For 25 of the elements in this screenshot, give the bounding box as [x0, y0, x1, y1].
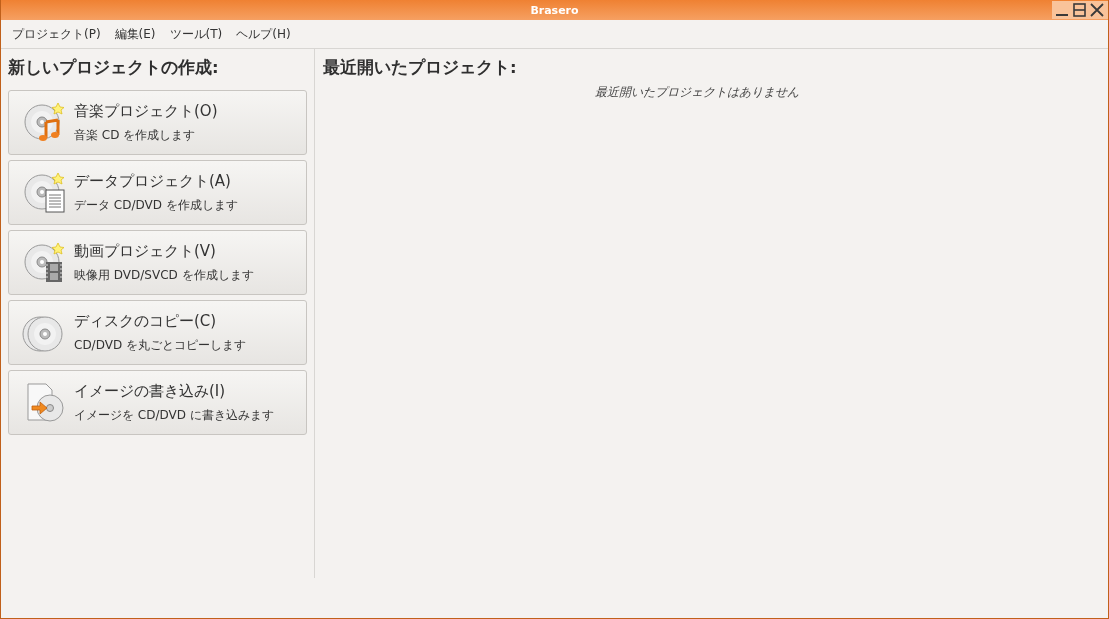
- project-title: イメージの書き込み(I): [74, 381, 227, 401]
- menu-item[interactable]: プロジェクト(P): [5, 25, 108, 43]
- menu-item[interactable]: 編集(E): [107, 25, 163, 43]
- section-heading: 新しいプロジェクトの作成:: [8, 57, 220, 79]
- maximize-icon[interactable]: [1073, 3, 1086, 17]
- project-description: CD/DVD を丸ごとコピーします: [74, 336, 246, 354]
- menu-item[interactable]: ヘルプ(H): [229, 25, 298, 43]
- menu-item[interactable]: ツール(T): [162, 25, 230, 43]
- project-button[interactable]: 動画プロジェクト(V) 映像用 DVD/SVCD を作成します: [8, 230, 307, 295]
- project-description: 映像用 DVD/SVCD を作成します: [74, 266, 254, 284]
- project-title: 音楽プロジェクト(O): [74, 101, 218, 121]
- empty-message: 最近開いたプロジェクトはありません: [593, 84, 800, 101]
- project-button[interactable]: ディスクのコピー(C) CD/DVD を丸ごとコピーします: [8, 300, 307, 365]
- project-button[interactable]: 音楽プロジェクト(O) 音楽 CD を作成します: [8, 90, 307, 155]
- project-button[interactable]: データプロジェクト(A) データ CD/DVD を作成します: [8, 160, 307, 225]
- project-description: イメージを CD/DVD に書き込みます: [74, 406, 274, 424]
- project-title: ディスクのコピー(C): [74, 311, 218, 331]
- close-icon[interactable]: [1090, 3, 1104, 17]
- project-description: 音楽 CD を作成します: [74, 126, 197, 144]
- project-description: データ CD/DVD を作成します: [74, 196, 238, 214]
- window-title: Brasero: [530, 3, 579, 17]
- project-title: 動画プロジェクト(V): [74, 241, 217, 261]
- section-heading: 最近開いたプロジェクト:: [323, 57, 518, 79]
- project-title: データプロジェクト(A): [74, 171, 232, 191]
- project-button[interactable]: イメージの書き込み(I) イメージを CD/DVD に書き込みます: [8, 370, 307, 435]
